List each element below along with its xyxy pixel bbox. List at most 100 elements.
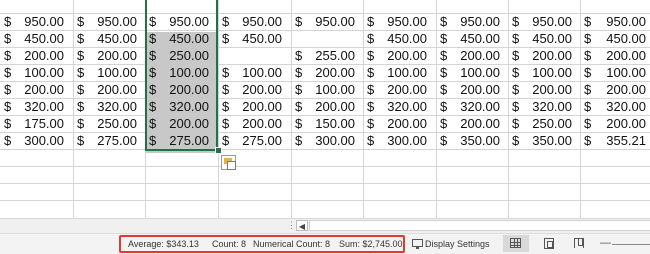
normal-view-button[interactable] xyxy=(503,235,529,252)
cell[interactable]: $320.00 xyxy=(508,99,579,115)
cell-currency-symbol: $ xyxy=(584,65,592,80)
cell-currency-symbol: $ xyxy=(440,116,448,131)
cell[interactable] xyxy=(291,31,362,47)
cell[interactable]: $320.00 xyxy=(436,99,507,115)
worksheet-grid[interactable]: $950.00 $450.00 $200.00 $100.00 $200.00 $320.… xyxy=(0,0,650,218)
cell-value: 320.00 xyxy=(387,99,427,114)
cell[interactable]: $350.00 xyxy=(508,133,579,149)
cell[interactable]: $950.00 xyxy=(436,14,507,30)
cell[interactable]: $100.00 xyxy=(508,65,579,81)
cell[interactable]: $100.00 xyxy=(291,82,362,98)
cell[interactable]: $100.00 xyxy=(436,65,507,81)
cell-value: 200.00 xyxy=(460,116,500,131)
cell[interactable]: $950.00 xyxy=(580,14,650,30)
cell-value: 950.00 xyxy=(387,14,427,29)
cell-currency-symbol: $ xyxy=(367,99,375,114)
cell-currency-symbol: $ xyxy=(295,65,303,80)
cell[interactable]: $300.00 xyxy=(0,133,71,149)
cell-currency-symbol: $ xyxy=(584,116,592,131)
cell[interactable]: $950.00 xyxy=(291,14,362,30)
cell[interactable]: $300.00 xyxy=(363,133,434,149)
cell[interactable]: $200.00 xyxy=(580,82,650,98)
cell[interactable]: $175.00 xyxy=(0,116,71,132)
cell-value: 200.00 xyxy=(460,82,500,97)
page-break-preview-button[interactable] xyxy=(566,235,592,252)
cell[interactable]: $355.21 xyxy=(580,133,650,149)
cell[interactable]: $350.00 xyxy=(436,133,507,149)
cell-currency-symbol: $ xyxy=(4,99,12,114)
cell[interactable]: $450.00 xyxy=(73,31,144,47)
cell-value: 200.00 xyxy=(24,82,64,97)
cell[interactable]: $255.00 xyxy=(291,48,362,64)
scroll-left-icon[interactable]: ◀ xyxy=(296,220,308,231)
cell[interactable]: $450.00 xyxy=(508,31,579,47)
cell[interactable]: $250.00 xyxy=(73,116,144,132)
cell[interactable]: $950.00 xyxy=(73,14,144,30)
cell[interactable]: $275.00 xyxy=(73,133,144,149)
cell-currency-symbol: $ xyxy=(295,133,303,148)
cell-currency-symbol: $ xyxy=(222,31,230,46)
cell[interactable]: $200.00 xyxy=(218,82,289,98)
cell-currency-symbol: $ xyxy=(77,48,85,63)
cell[interactable]: $450.00 xyxy=(363,31,434,47)
cell[interactable]: $100.00 xyxy=(73,65,144,81)
cell[interactable]: $320.00 xyxy=(363,99,434,115)
cell[interactable]: $320.00 xyxy=(73,99,144,115)
cell[interactable]: $200.00 xyxy=(508,48,579,64)
cell[interactable]: $200.00 xyxy=(218,99,289,115)
cell[interactable]: $450.00 xyxy=(0,31,71,47)
cell[interactable]: $275.00 xyxy=(218,133,289,149)
cell-currency-symbol: $ xyxy=(584,31,592,46)
cell[interactable]: $200.00 xyxy=(436,48,507,64)
quick-analysis-icon[interactable] xyxy=(221,155,236,170)
cell[interactable]: $950.00 xyxy=(218,14,289,30)
cell[interactable]: $950.00 xyxy=(508,14,579,30)
zoom-slider[interactable] xyxy=(612,244,650,245)
cell-currency-symbol: $ xyxy=(77,65,85,80)
cell[interactable]: $200.00 xyxy=(363,116,434,132)
cell[interactable]: $450.00 xyxy=(218,31,289,47)
cell[interactable]: $200.00 xyxy=(580,48,650,64)
cell[interactable]: $320.00 xyxy=(0,99,71,115)
cell[interactable]: $250.00 xyxy=(508,116,579,132)
cell[interactable]: $300.00 xyxy=(291,133,362,149)
zoom-out-button[interactable]: — xyxy=(600,237,611,249)
cell-value: 200.00 xyxy=(460,48,500,63)
cell[interactable]: $200.00 xyxy=(363,48,434,64)
cell[interactable]: $320.00 xyxy=(580,99,650,115)
cell[interactable]: $200.00 xyxy=(73,48,144,64)
cell[interactable]: $200.00 xyxy=(291,99,362,115)
cell[interactable]: $450.00 xyxy=(580,31,650,47)
cell[interactable]: $100.00 xyxy=(0,65,71,81)
cell[interactable]: $200.00 xyxy=(0,82,71,98)
cell-currency-symbol: $ xyxy=(4,31,12,46)
horizontal-scrollbar[interactable] xyxy=(309,220,650,231)
cell[interactable]: $200.00 xyxy=(436,82,507,98)
cell-value: 200.00 xyxy=(606,48,646,63)
cell[interactable] xyxy=(218,48,289,64)
cell[interactable]: $450.00 xyxy=(436,31,507,47)
cell[interactable]: $100.00 xyxy=(218,65,289,81)
cell[interactable]: $200.00 xyxy=(508,82,579,98)
cell-currency-symbol: $ xyxy=(222,14,230,29)
cell[interactable]: $100.00 xyxy=(580,65,650,81)
cell[interactable]: $200.00 xyxy=(218,116,289,132)
cell-value: 200.00 xyxy=(387,116,427,131)
cell[interactable]: $200.00 xyxy=(436,116,507,132)
cell[interactable]: $950.00 xyxy=(0,14,71,30)
cell[interactable]: $200.00 xyxy=(291,65,362,81)
cell-value: 300.00 xyxy=(24,133,64,148)
status-bar: Average: $343.13 Count: 8 Numerical Coun… xyxy=(0,233,650,254)
cell[interactable]: $200.00 xyxy=(0,48,71,64)
cell-value: 100.00 xyxy=(97,65,137,80)
fill-handle[interactable] xyxy=(215,147,222,154)
page-layout-view-button[interactable] xyxy=(536,235,562,252)
cell[interactable]: $200.00 xyxy=(73,82,144,98)
cell-currency-symbol: $ xyxy=(512,65,520,80)
cell-currency-symbol: $ xyxy=(367,31,375,46)
cell[interactable]: $200.00 xyxy=(580,116,650,132)
cell[interactable]: $150.00 xyxy=(291,116,362,132)
cell[interactable]: $100.00 xyxy=(363,65,434,81)
cell[interactable]: $950.00 xyxy=(363,14,434,30)
cell[interactable]: $200.00 xyxy=(363,82,434,98)
